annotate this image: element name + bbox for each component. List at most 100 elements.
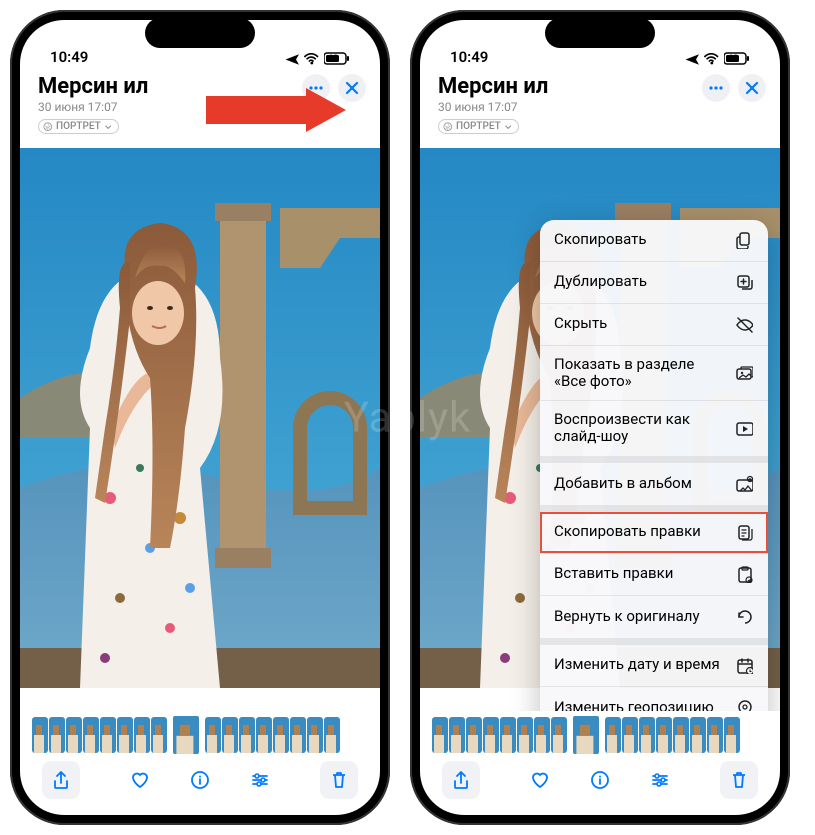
thumb[interactable] (534, 717, 550, 753)
thumb[interactable] (707, 717, 723, 753)
thumb[interactable] (307, 717, 323, 753)
dynamic-island (545, 18, 655, 48)
close-icon (743, 79, 761, 97)
thumb[interactable] (551, 717, 567, 753)
wifi-icon (304, 52, 320, 66)
more-button[interactable] (702, 74, 730, 102)
thumb[interactable] (517, 717, 533, 753)
menu-item-copy-edits[interactable]: Скопировать правки (540, 512, 768, 554)
copy-icon (734, 231, 754, 249)
thumb[interactable] (483, 717, 499, 753)
screen: 10:49 62 Мерсин ил 30 июня 17:07 ПОРТРЕТ (20, 20, 380, 815)
context-menu: Скопировать Дублировать Скрыть Показать … (540, 220, 768, 712)
duplicate-icon (734, 273, 754, 291)
wifi-icon (704, 52, 720, 66)
share-button[interactable] (442, 761, 480, 799)
more-button[interactable] (302, 74, 330, 102)
bottom-toolbar (20, 755, 380, 815)
thumb[interactable] (639, 717, 655, 753)
photo-image (20, 148, 380, 688)
thumb-selected[interactable] (172, 715, 200, 755)
menu-item-hide[interactable]: Скрыть (540, 304, 768, 346)
thumbnail-strip[interactable] (20, 711, 380, 755)
close-button[interactable] (338, 74, 366, 102)
status-time: 10:49 (450, 48, 488, 66)
thumb[interactable] (432, 717, 448, 753)
play-icon (734, 419, 754, 437)
photo-viewer[interactable]: Скопировать Дублировать Скрыть Показать … (420, 148, 780, 712)
thumb[interactable] (690, 717, 706, 753)
thumb[interactable] (222, 717, 238, 753)
info-button[interactable] (581, 761, 619, 799)
menu-item-edit-location[interactable]: Изменить геопозицию (540, 687, 768, 712)
aperture-icon (443, 122, 453, 132)
page-title: Мерсин ил (38, 74, 302, 99)
chevron-down-icon (504, 123, 512, 131)
thumb[interactable] (32, 717, 48, 753)
edit-button[interactable] (241, 761, 279, 799)
thumb[interactable] (205, 717, 221, 753)
menu-label: Воспроизвести как слайд-шоу (554, 411, 734, 446)
thumb[interactable] (324, 717, 340, 753)
page-title: Мерсин ил (438, 74, 702, 99)
favorite-button[interactable] (121, 761, 159, 799)
thumb[interactable] (673, 717, 689, 753)
menu-item-edit-date[interactable]: Изменить дату и время (540, 645, 768, 687)
thumb[interactable] (724, 717, 740, 753)
portrait-tag[interactable]: ПОРТРЕТ (438, 119, 519, 134)
menu-label: Скрыть (554, 315, 615, 332)
album-icon (734, 475, 754, 493)
menu-label: Дублировать (554, 273, 655, 290)
delete-button[interactable] (320, 761, 358, 799)
thumb[interactable] (83, 717, 99, 753)
info-button[interactable] (181, 761, 219, 799)
thumb[interactable] (605, 717, 621, 753)
heart-icon (130, 770, 150, 790)
paste-edits-icon (734, 565, 754, 583)
favorite-button[interactable] (521, 761, 559, 799)
share-icon (51, 770, 71, 790)
thumb[interactable] (273, 717, 289, 753)
thumb[interactable] (622, 717, 638, 753)
aperture-icon (43, 122, 53, 132)
thumb[interactable] (290, 717, 306, 753)
photo-viewer[interactable] (20, 148, 380, 712)
airplane-icon (684, 52, 700, 66)
thumb[interactable] (256, 717, 272, 753)
close-button[interactable] (738, 74, 766, 102)
thumb[interactable] (66, 717, 82, 753)
menu-item-paste-edits[interactable]: Вставить правки (540, 554, 768, 596)
menu-item-slideshow[interactable]: Воспроизвести как слайд-шоу (540, 401, 768, 456)
share-icon (451, 770, 471, 790)
menu-label: Изменить дату и время (554, 656, 728, 673)
thumb[interactable] (449, 717, 465, 753)
thumb[interactable] (466, 717, 482, 753)
menu-item-duplicate[interactable]: Дублировать (540, 262, 768, 304)
thumbnail-strip[interactable] (420, 711, 780, 755)
portrait-tag[interactable]: ПОРТРЕТ (38, 119, 119, 134)
thumb[interactable] (239, 717, 255, 753)
sliders-icon (650, 770, 670, 790)
thumb[interactable] (117, 717, 133, 753)
thumb[interactable] (134, 717, 150, 753)
thumb[interactable] (49, 717, 65, 753)
calendar-icon (734, 656, 754, 674)
delete-button[interactable] (720, 761, 758, 799)
thumb[interactable] (656, 717, 672, 753)
info-icon (190, 770, 210, 790)
thumb[interactable] (151, 717, 167, 753)
menu-item-revert[interactable]: Вернуть к оригиналу (540, 596, 768, 638)
thumb-selected[interactable] (572, 715, 600, 755)
menu-item-copy[interactable]: Скопировать (540, 220, 768, 262)
share-button[interactable] (42, 761, 80, 799)
thumb[interactable] (100, 717, 116, 753)
battery-percent: 62 (328, 54, 338, 64)
menu-item-show-in-all[interactable]: Показать в разделе «Все фото» (540, 346, 768, 402)
gallery-icon (734, 364, 754, 382)
menu-label: Изменить геопозицию (554, 699, 722, 711)
edit-button[interactable] (641, 761, 679, 799)
menu-item-add-album[interactable]: Добавить в альбом (540, 463, 768, 505)
battery-percent: 62 (728, 54, 738, 64)
thumb[interactable] (500, 717, 516, 753)
bottom-toolbar (420, 755, 780, 815)
